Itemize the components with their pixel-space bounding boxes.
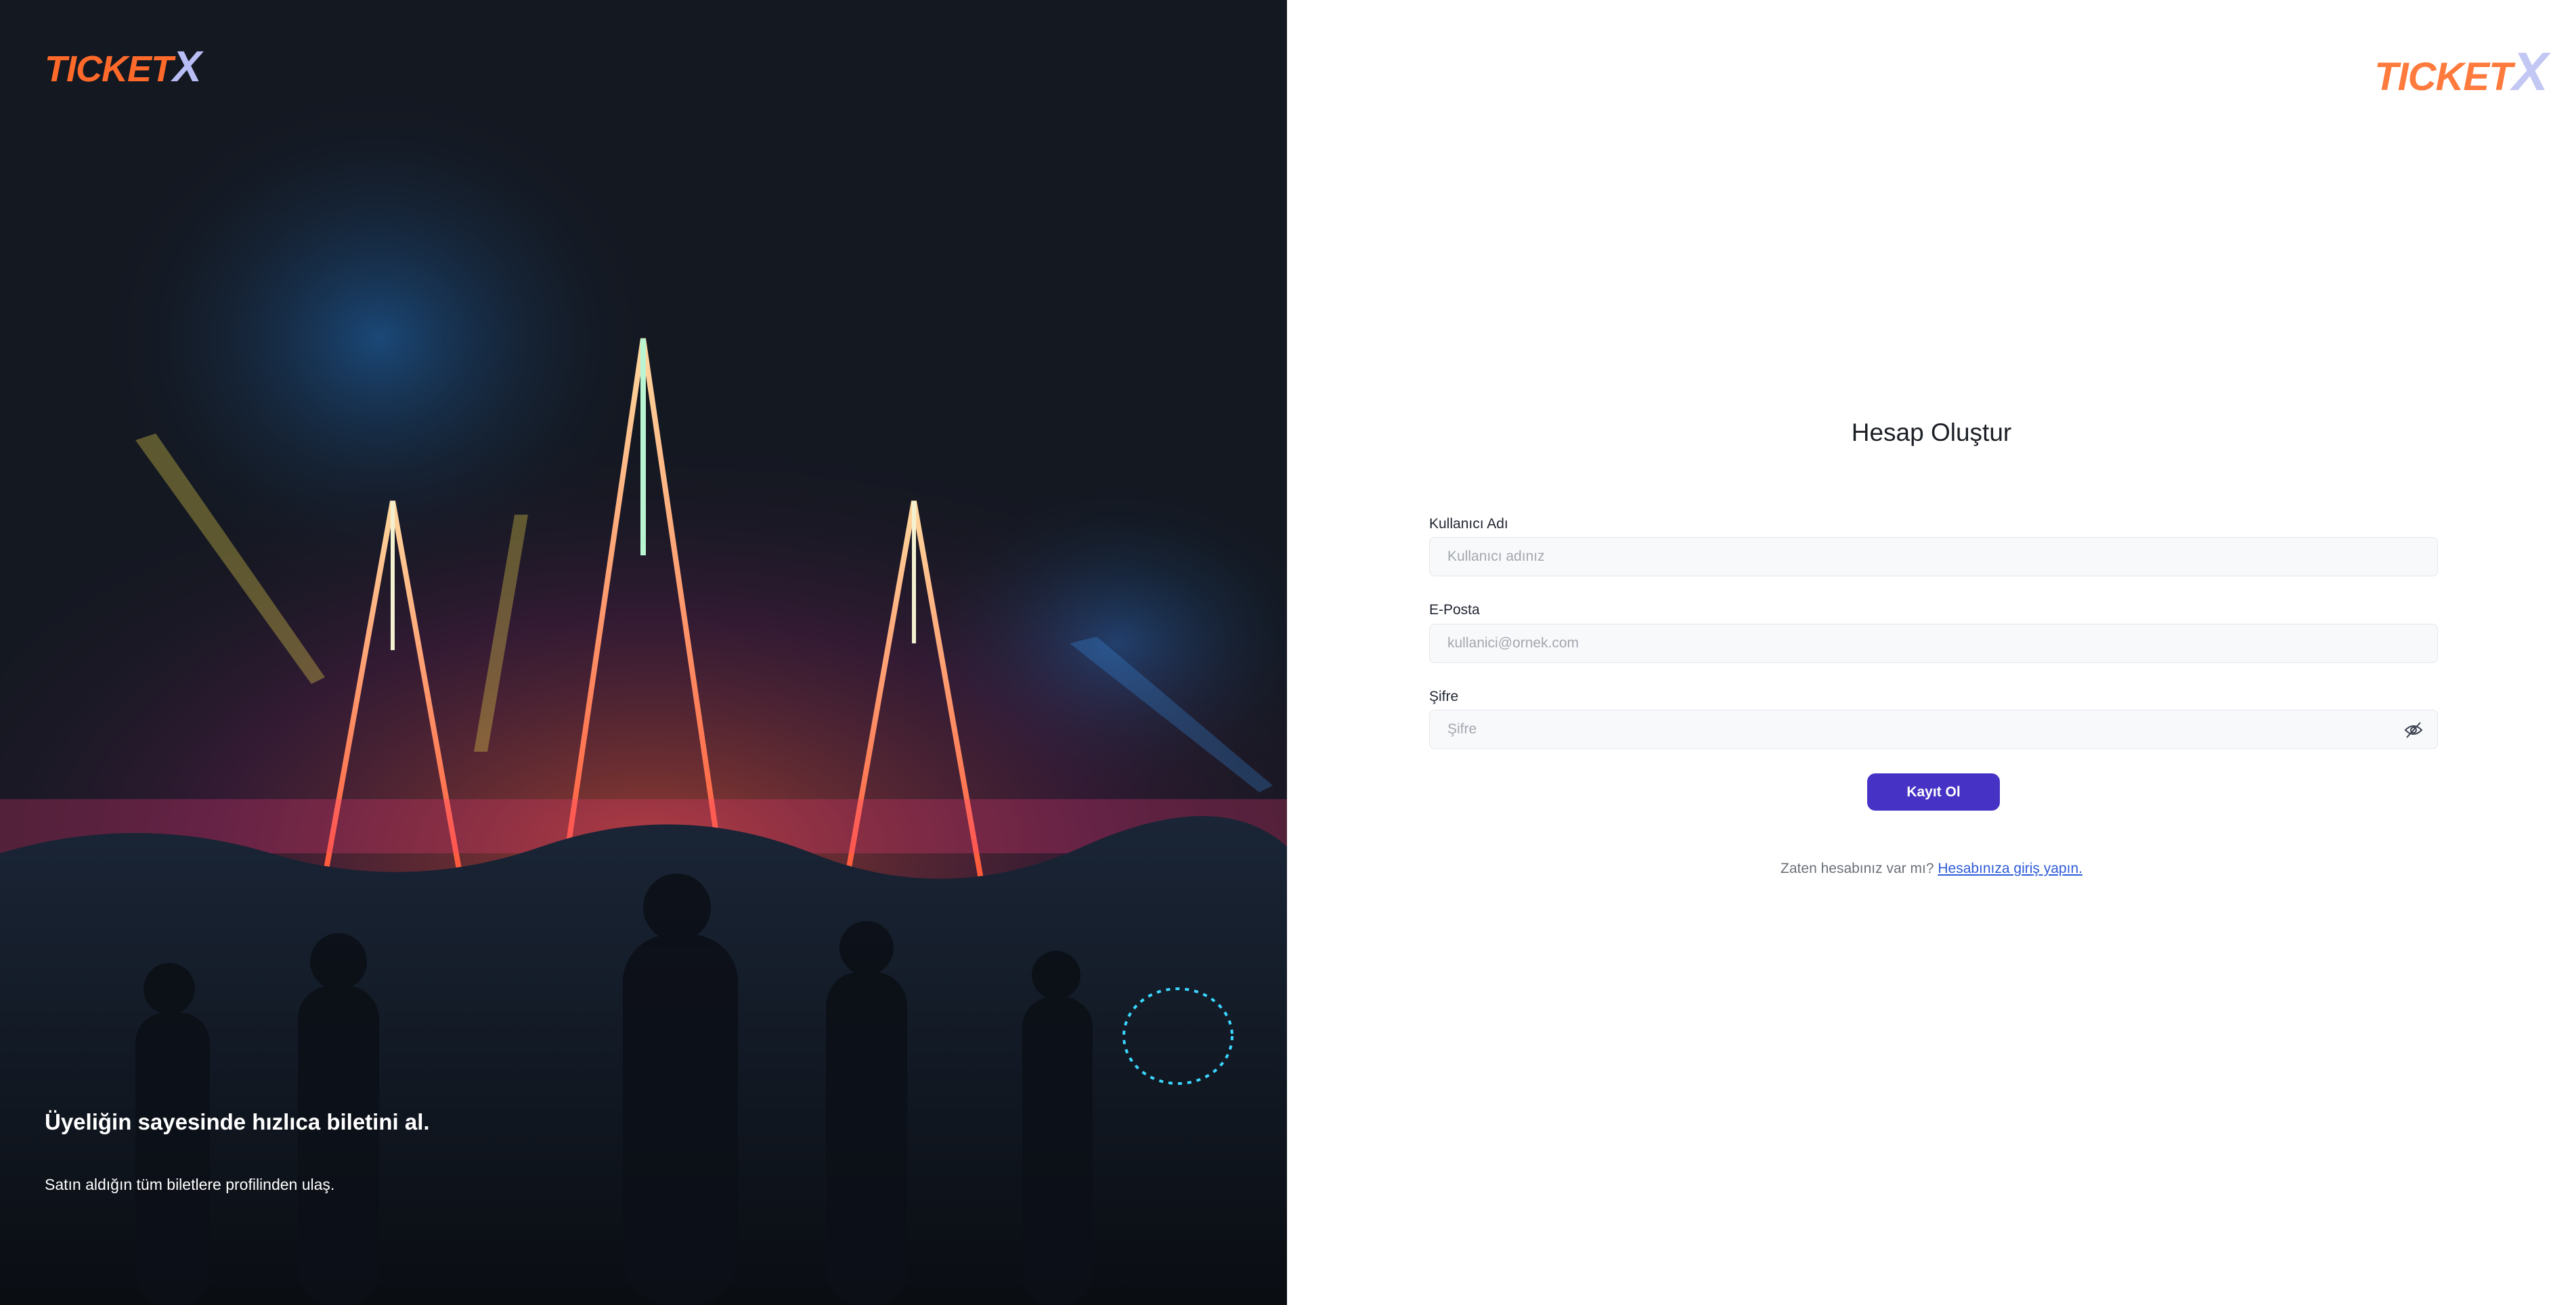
brand-logo: TICKETX [2374, 45, 2548, 99]
login-question: Zaten hesabınız var mı? [1781, 861, 1934, 876]
email-label: E-Posta [1429, 602, 1480, 618]
hero-subheadline: Satın aldığın tüm biletlere profilinden … [45, 1176, 335, 1193]
signup-form-panel: TICKETX Hesap Oluştur Kullanıcı Adı E-Po… [1287, 0, 2576, 1305]
username-label: Kullanıcı Adı [1429, 516, 1508, 532]
hero-logo: TICKETX [45, 42, 202, 91]
hero-panel: TICKETX Üyeliğin sayesinde hızlıca bilet… [0, 0, 1287, 1305]
email-input[interactable] [1446, 635, 2421, 652]
username-input[interactable] [1446, 548, 2421, 565]
hero-headline: Üyeliğin sayesinde hızlıca biletini al. [45, 1109, 430, 1134]
logo-x-text: X [173, 42, 202, 91]
email-field[interactable] [1429, 624, 2438, 663]
username-field[interactable] [1429, 537, 2438, 576]
form-title: Hesap Oluştur [1851, 419, 2012, 446]
password-label: Şifre [1429, 689, 1459, 704]
password-field[interactable] [1429, 710, 2438, 749]
login-link[interactable]: Hesabınıza giriş yapın. [1938, 861, 2082, 876]
logo-x-text: X [2512, 41, 2548, 102]
logo-ticket-text: TICKET [45, 49, 173, 89]
logo-ticket-text: TICKET [2374, 55, 2512, 99]
login-prompt: Zaten hesabınız var mı? Hesabınıza giriş… [1287, 861, 2576, 877]
signup-button[interactable]: Kayıt Ol [1867, 773, 2000, 811]
signup-page: TICKETX Üyeliğin sayesinde hızlıca bilet… [0, 0, 2576, 1305]
password-input[interactable] [1446, 721, 2421, 738]
eye-off-icon[interactable] [2403, 721, 2424, 740]
